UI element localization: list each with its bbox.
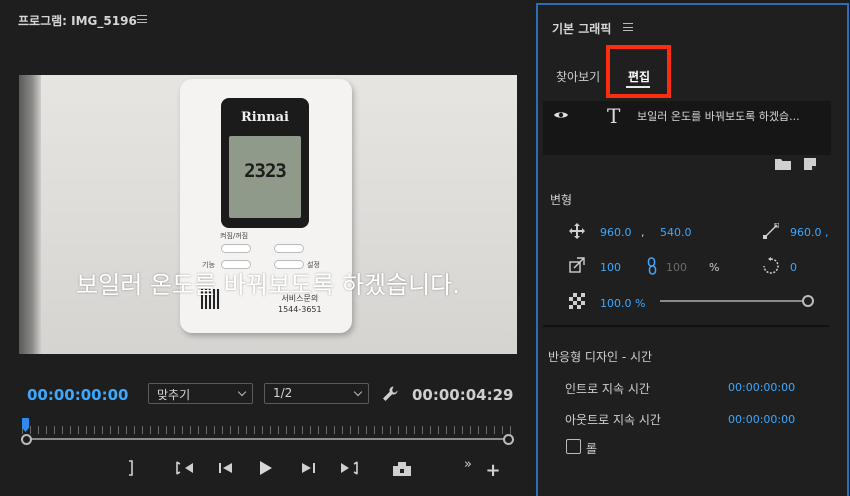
position-move-icon	[569, 223, 585, 239]
zoom-handle-start[interactable]	[21, 434, 32, 445]
transform-section-title: 변형	[550, 193, 573, 207]
opacity-slider-handle[interactable]	[802, 295, 814, 307]
step-back-button[interactable]	[216, 456, 236, 480]
thermostat-lcd: 2323	[229, 136, 301, 218]
playback-resolution-dropdown[interactable]: 1/2	[264, 383, 369, 404]
go-to-in-button[interactable]	[174, 456, 196, 480]
thermostat-temperature: 2323	[244, 160, 287, 182]
go-to-out-button[interactable]	[338, 456, 360, 480]
intro-duration-value[interactable]: 00:00:00:00	[728, 381, 795, 394]
opacity-checker-icon	[569, 293, 585, 309]
anchor-x-value[interactable]: 960.0 ,	[790, 226, 828, 239]
program-monitor-title[interactable]: 프로그램: IMG_5196	[18, 12, 137, 29]
duration-timecode: 00:00:04:29	[412, 386, 514, 404]
mark-out-icon	[129, 460, 133, 476]
step-back-icon	[219, 463, 232, 473]
thermostat-button	[221, 244, 251, 253]
roll-checkbox[interactable]	[566, 439, 581, 454]
scale-percent-label: %	[709, 261, 720, 274]
go-to-out-icon	[341, 461, 358, 475]
opacity-slider-track[interactable]	[660, 300, 808, 302]
intro-duration-label: 인트로 지속 시간	[565, 382, 650, 396]
current-timecode[interactable]: 00:00:00:00	[27, 386, 129, 404]
more-controls-icon[interactable]: »	[460, 452, 476, 476]
zoom-fit-dropdown[interactable]: 맞추기	[148, 383, 253, 404]
zoom-handle-end[interactable]	[503, 434, 514, 445]
rotation-value[interactable]: 0	[790, 261, 797, 274]
video-frame-edge	[19, 75, 41, 354]
thermostat-screen: Rinnai 2323	[221, 98, 309, 228]
eye-icon[interactable]	[553, 110, 569, 120]
link-icon[interactable]	[647, 257, 657, 275]
button-editor-icon[interactable]: +	[484, 458, 502, 482]
thermostat-service-phone: 1544-3651	[278, 305, 322, 314]
program-monitor-panel: 프로그램: IMG_5196 Rinnai 2323 켜짐/꺼짐 기능 설정 서…	[0, 0, 530, 496]
chevron-down-icon	[237, 387, 247, 397]
play-icon	[260, 461, 272, 475]
position-x-value[interactable]: 960.0	[600, 226, 632, 239]
panel-menu-icon[interactable]	[137, 15, 147, 23]
text-layer-icon: T	[607, 104, 621, 128]
layer-row[interactable]: T 보일러 온도를 바꿔보도록 하겠습...	[543, 101, 831, 128]
wrench-icon[interactable]	[381, 385, 399, 403]
folder-icon[interactable]	[775, 158, 791, 170]
opacity-value[interactable]: 100.0 %	[600, 297, 645, 310]
new-layer-icon[interactable]	[803, 157, 817, 171]
chevron-down-icon	[353, 387, 363, 397]
position-separator: ,	[641, 226, 645, 239]
transport-controls: » +	[0, 456, 530, 486]
export-frame-button[interactable]	[390, 456, 414, 480]
play-button[interactable]	[256, 456, 276, 480]
essential-graphics-title[interactable]: 기본 그래픽	[552, 20, 611, 37]
layer-name[interactable]: 보일러 온도를 바꿔보도록 하겠습...	[637, 108, 800, 124]
thermostat-button	[274, 244, 304, 253]
rotation-icon	[763, 257, 779, 274]
zoom-scrollbar[interactable]	[26, 438, 510, 440]
panel-menu-icon[interactable]	[623, 23, 633, 31]
program-monitor-header: 프로그램: IMG_5196	[0, 0, 530, 38]
playback-resolution-value: 1/2	[273, 386, 293, 400]
mark-out-button[interactable]	[124, 456, 138, 480]
highlight-annotation-box	[606, 45, 671, 98]
step-forward-icon	[302, 463, 315, 473]
scale-icon	[569, 257, 585, 273]
camera-icon	[393, 462, 411, 476]
caption-text-overlay[interactable]: 보일러 온도를 바꿔보도록 하겠습니다.	[19, 265, 517, 300]
outro-duration-value[interactable]: 00:00:00:00	[728, 413, 795, 426]
section-divider	[543, 325, 829, 327]
go-to-in-icon	[176, 461, 193, 475]
video-preview[interactable]: Rinnai 2323 켜짐/꺼짐 기능 설정 서비스문의 1544-3651 …	[19, 75, 517, 354]
responsive-design-section-title: 반응형 디자인 - 시간	[548, 350, 653, 364]
tab-browse[interactable]: 찾아보기	[556, 68, 600, 85]
position-y-value[interactable]: 540.0	[660, 226, 692, 239]
thermostat-label-power: 켜짐/꺼짐	[220, 232, 249, 240]
mini-timeline[interactable]	[18, 416, 518, 450]
roll-label: 롤	[586, 442, 598, 456]
zoom-fit-value: 맞추기	[157, 388, 191, 402]
scale-value[interactable]: 100	[600, 261, 621, 274]
timeline-ruler	[22, 426, 514, 434]
outro-duration-label: 아웃트로 지속 시간	[565, 413, 661, 427]
step-forward-button[interactable]	[298, 456, 318, 480]
essential-graphics-panel: 기본 그래픽 찾아보기 편집 T 보일러 온도를 바꿔보도록 하겠습... 변형…	[536, 3, 849, 496]
monitor-controls-row: 00:00:00:00 맞추기 1/2 00:00:04:29	[0, 382, 530, 408]
thermostat-brand: Rinnai	[240, 110, 289, 125]
anchor-point-icon	[763, 223, 779, 239]
layer-list: T 보일러 온도를 바꿔보도록 하겠습...	[543, 101, 831, 155]
scale-height-value: 100	[666, 261, 687, 274]
